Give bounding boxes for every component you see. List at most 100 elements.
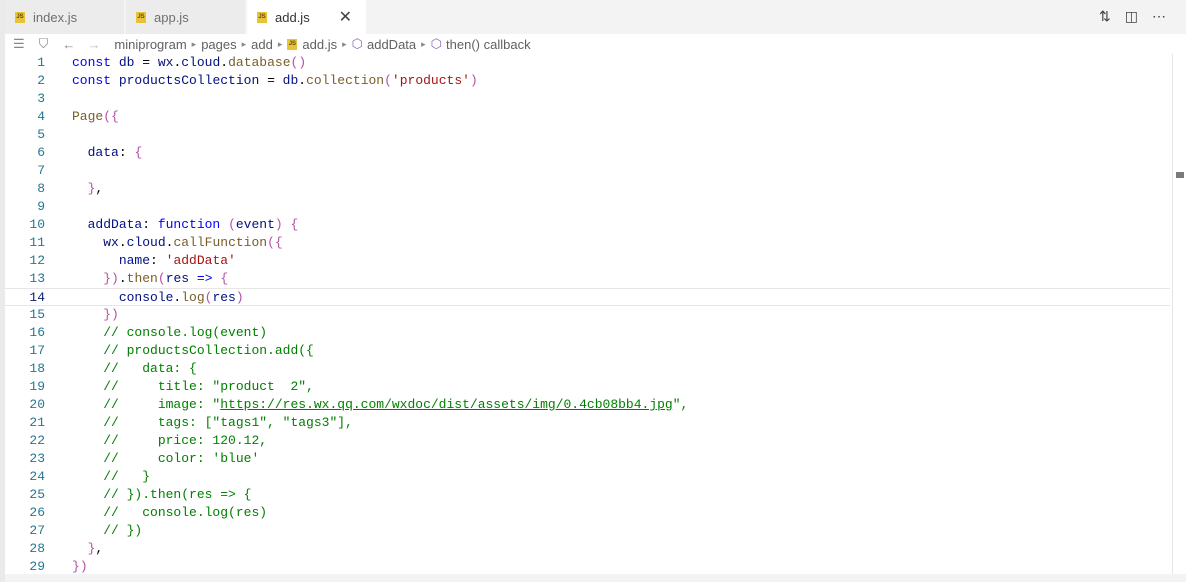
close-icon[interactable]: ✕ xyxy=(339,7,352,27)
code-text: }) xyxy=(103,307,119,322)
line-number: 3 xyxy=(37,91,45,106)
code-text: // productsCollection.add({ xyxy=(103,343,314,358)
line-number: 7 xyxy=(37,163,45,178)
split-editor-icon[interactable]: ◫ xyxy=(1125,8,1138,25)
line-number: 27 xyxy=(29,523,45,538)
js-file-icon: JS xyxy=(136,11,146,23)
code-text: }, xyxy=(87,181,104,196)
tab-label: app.js xyxy=(154,9,189,25)
code-line[interactable]: 3 xyxy=(5,90,1170,108)
code-line[interactable]: 1 const db = wx.cloud.database() xyxy=(5,54,1170,72)
code-line[interactable]: 15 }) xyxy=(5,306,1170,324)
code-line[interactable]: 28 }, xyxy=(5,540,1170,558)
code-text: console.log(res) xyxy=(118,290,244,305)
line-number: 1 xyxy=(37,55,45,70)
code-editor[interactable]: 1 const db = wx.cloud.database() 2 const pr… xyxy=(5,54,1175,574)
tab-label: add.js xyxy=(275,9,310,25)
code-line[interactable]: 19 // title: "product 2", xyxy=(5,378,1170,396)
outline-list-icon[interactable]: ☰ xyxy=(13,36,25,52)
code-line[interactable]: 16 // console.log(event) xyxy=(5,324,1170,342)
breadcrumb-item[interactable]: miniprogram xyxy=(114,37,186,52)
compare-changes-icon[interactable]: ⇅ xyxy=(1099,8,1111,25)
tab-index-js[interactable]: JS index.js xyxy=(5,0,125,34)
code-text: const productsCollection = db.collection… xyxy=(72,73,478,88)
code-text: wx.cloud.callFunction({ xyxy=(103,235,283,250)
code-text: // console.log(res) xyxy=(103,505,268,520)
code-line[interactable]: 12 name: 'addData' xyxy=(5,252,1170,270)
vertical-scrollbar[interactable] xyxy=(1172,54,1186,574)
forward-arrow-icon[interactable]: → xyxy=(87,37,100,52)
chevron-right-icon: ▸ xyxy=(191,38,197,49)
code-text: Page({ xyxy=(72,109,119,124)
code-text: }).then(res => { xyxy=(103,271,229,286)
breadcrumb-item[interactable]: pages xyxy=(201,37,236,52)
code-line[interactable]: 7 xyxy=(5,162,1170,180)
code-line[interactable]: 14 console.log(res) xyxy=(5,288,1170,306)
breadcrumb-item[interactable]: addData xyxy=(367,37,416,52)
code-line[interactable]: 17 // productsCollection.add({ xyxy=(5,342,1170,360)
breadcrumb: ☰ ⛉ ← → miniprogram ▸ pages ▸ add ▸ JS a… xyxy=(5,34,1186,54)
code-line[interactable]: 9 xyxy=(5,198,1170,216)
code-line[interactable]: 22 // price: 120.12, xyxy=(5,432,1170,450)
code-line[interactable]: 13 }).then(res => { xyxy=(5,270,1170,288)
scrollbar-thumb[interactable] xyxy=(1176,172,1184,178)
code-line[interactable]: 26 // console.log(res) xyxy=(5,504,1170,522)
line-number: 28 xyxy=(29,541,45,556)
chevron-right-icon: ▸ xyxy=(241,38,247,49)
code-line[interactable]: 5 xyxy=(5,126,1170,144)
code-line[interactable]: 27 // }) xyxy=(5,522,1170,540)
code-text: // }).then(res => { xyxy=(103,487,252,502)
line-number: 24 xyxy=(29,469,45,484)
js-file-icon: JS xyxy=(15,11,25,23)
line-number: 8 xyxy=(37,181,45,196)
js-file-icon: JS xyxy=(287,38,298,50)
code-line[interactable]: 23 // color: 'blue' xyxy=(5,450,1170,468)
line-number: 14 xyxy=(29,290,45,305)
code-line[interactable]: 20 // image: "https://res.wx.qq.com/wxdo… xyxy=(5,396,1170,414)
code-text: // price: 120.12, xyxy=(103,433,268,448)
code-line[interactable]: 4 Page({ xyxy=(5,108,1170,126)
code-text: // image: "https://res.wx.qq.com/wxdoc/d… xyxy=(103,397,689,412)
tab-bar: JS index.js JS app.js JS add.js ✕ ⇅ ◫ ⋯ xyxy=(5,0,1186,34)
line-number: 23 xyxy=(29,451,45,466)
code-text: // color: 'blue' xyxy=(103,451,260,466)
breadcrumb-item[interactable]: then() callback xyxy=(446,37,531,52)
breadcrumb-item[interactable]: add xyxy=(251,37,273,52)
line-number: 25 xyxy=(29,487,45,502)
line-number: 15 xyxy=(29,307,45,322)
line-number: 9 xyxy=(37,199,45,214)
code-line[interactable]: 8 }, xyxy=(5,180,1170,198)
tab-label: index.js xyxy=(33,9,78,25)
code-line[interactable]: 24 // } xyxy=(5,468,1170,486)
method-cube-icon: ⬡ xyxy=(351,36,363,51)
back-arrow-icon[interactable]: ← xyxy=(62,37,75,52)
tab-add-js[interactable]: JS add.js ✕ xyxy=(247,0,367,34)
line-number: 10 xyxy=(29,217,45,232)
code-text: name: 'addData' xyxy=(118,253,236,268)
code-line[interactable]: 25 // }).then(res => { xyxy=(5,486,1170,504)
method-cube-icon: ⬡ xyxy=(430,36,443,51)
code-line[interactable]: 11 wx.cloud.callFunction({ xyxy=(5,234,1170,252)
line-number: 21 xyxy=(29,415,45,430)
line-number: 17 xyxy=(29,343,45,358)
code-text: addData: function (event) { xyxy=(87,217,299,232)
line-number: 20 xyxy=(29,397,45,412)
breadcrumb-item[interactable]: add.js xyxy=(302,37,337,52)
line-number: 4 xyxy=(37,109,45,124)
line-number: 13 xyxy=(29,271,45,286)
code-line[interactable]: 10 addData: function (event) { xyxy=(5,216,1170,234)
bookmark-icon[interactable]: ⛉ xyxy=(39,36,49,52)
line-number: 12 xyxy=(29,253,45,268)
horizontal-scrollbar[interactable] xyxy=(5,574,1186,582)
tab-app-js[interactable]: JS app.js xyxy=(126,0,246,34)
code-line[interactable]: 18 // data: { xyxy=(5,360,1170,378)
code-line[interactable]: 6 data: { xyxy=(5,144,1170,162)
code-line[interactable]: 21 // tags: ["tags1", "tags3"], xyxy=(5,414,1170,432)
code-text: // console.log(event) xyxy=(103,325,268,340)
code-text: const db = wx.cloud.database() xyxy=(72,55,307,70)
code-line[interactable]: 2 const productsCollection = db.collectio… xyxy=(5,72,1170,90)
code-text: // }) xyxy=(103,523,143,538)
code-text: }, xyxy=(87,541,104,556)
more-actions-icon[interactable]: ⋯ xyxy=(1152,8,1166,25)
chevron-right-icon: ▸ xyxy=(421,38,426,49)
